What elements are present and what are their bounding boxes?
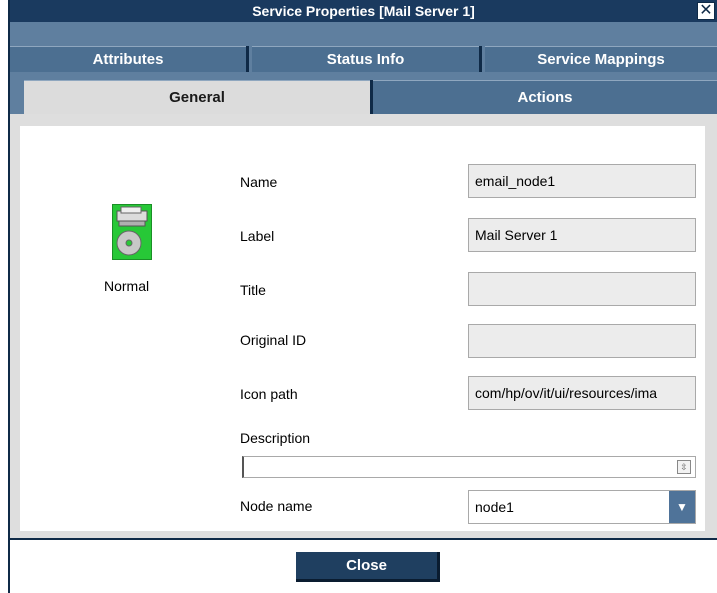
- name-label: Name: [240, 174, 278, 190]
- description-field[interactable]: ⇳: [242, 456, 696, 478]
- status-label: Normal: [104, 278, 150, 294]
- node-name-value: node1: [475, 499, 514, 515]
- tab-status-info[interactable]: Status Info: [252, 46, 479, 72]
- properties-panel: Normal Name email_node1 Label Mail Serve…: [20, 126, 705, 531]
- tab-attributes[interactable]: Attributes: [10, 46, 246, 72]
- label-field[interactable]: Mail Server 1: [468, 218, 696, 252]
- title-field[interactable]: [468, 272, 696, 306]
- original-id-label: Original ID: [240, 332, 307, 348]
- tab-bar: Attributes Status Info Service Mappings …: [10, 22, 717, 114]
- tab-divider: [370, 80, 373, 114]
- tab-divider: [479, 46, 482, 72]
- service-properties-dialog: Service Properties [Mail Server 1] ✕ Att…: [8, 0, 717, 593]
- tab-general[interactable]: General: [24, 80, 370, 114]
- title-bar: Service Properties [Mail Server 1] ✕: [10, 0, 717, 22]
- tab-actions[interactable]: Actions: [373, 80, 717, 114]
- node-name-label: Node name: [240, 498, 313, 514]
- close-icon[interactable]: ✕: [697, 2, 715, 20]
- description-label: Description: [240, 430, 311, 446]
- resize-icon[interactable]: ⇳: [677, 460, 691, 474]
- original-id-field[interactable]: [468, 324, 696, 358]
- general-tab-content: Normal Name email_node1 Label Mail Serve…: [10, 114, 717, 538]
- name-field[interactable]: email_node1: [468, 164, 696, 198]
- window-title: Service Properties [Mail Server 1]: [252, 3, 475, 19]
- tab-divider: [246, 46, 249, 72]
- chevron-down-icon[interactable]: ▼: [669, 491, 695, 523]
- node-name-select[interactable]: node1 ▼: [468, 490, 696, 524]
- close-button[interactable]: Close: [296, 552, 440, 582]
- icon-path-field[interactable]: com/hp/ov/it/ui/resources/ima: [468, 376, 696, 410]
- label-label: Label: [240, 228, 275, 244]
- dialog-footer: Close: [10, 538, 717, 593]
- title-label: Title: [240, 282, 266, 298]
- tab-service-mappings[interactable]: Service Mappings: [485, 46, 717, 72]
- icon-path-label: Icon path: [240, 386, 298, 402]
- server-status-icon: [112, 204, 152, 260]
